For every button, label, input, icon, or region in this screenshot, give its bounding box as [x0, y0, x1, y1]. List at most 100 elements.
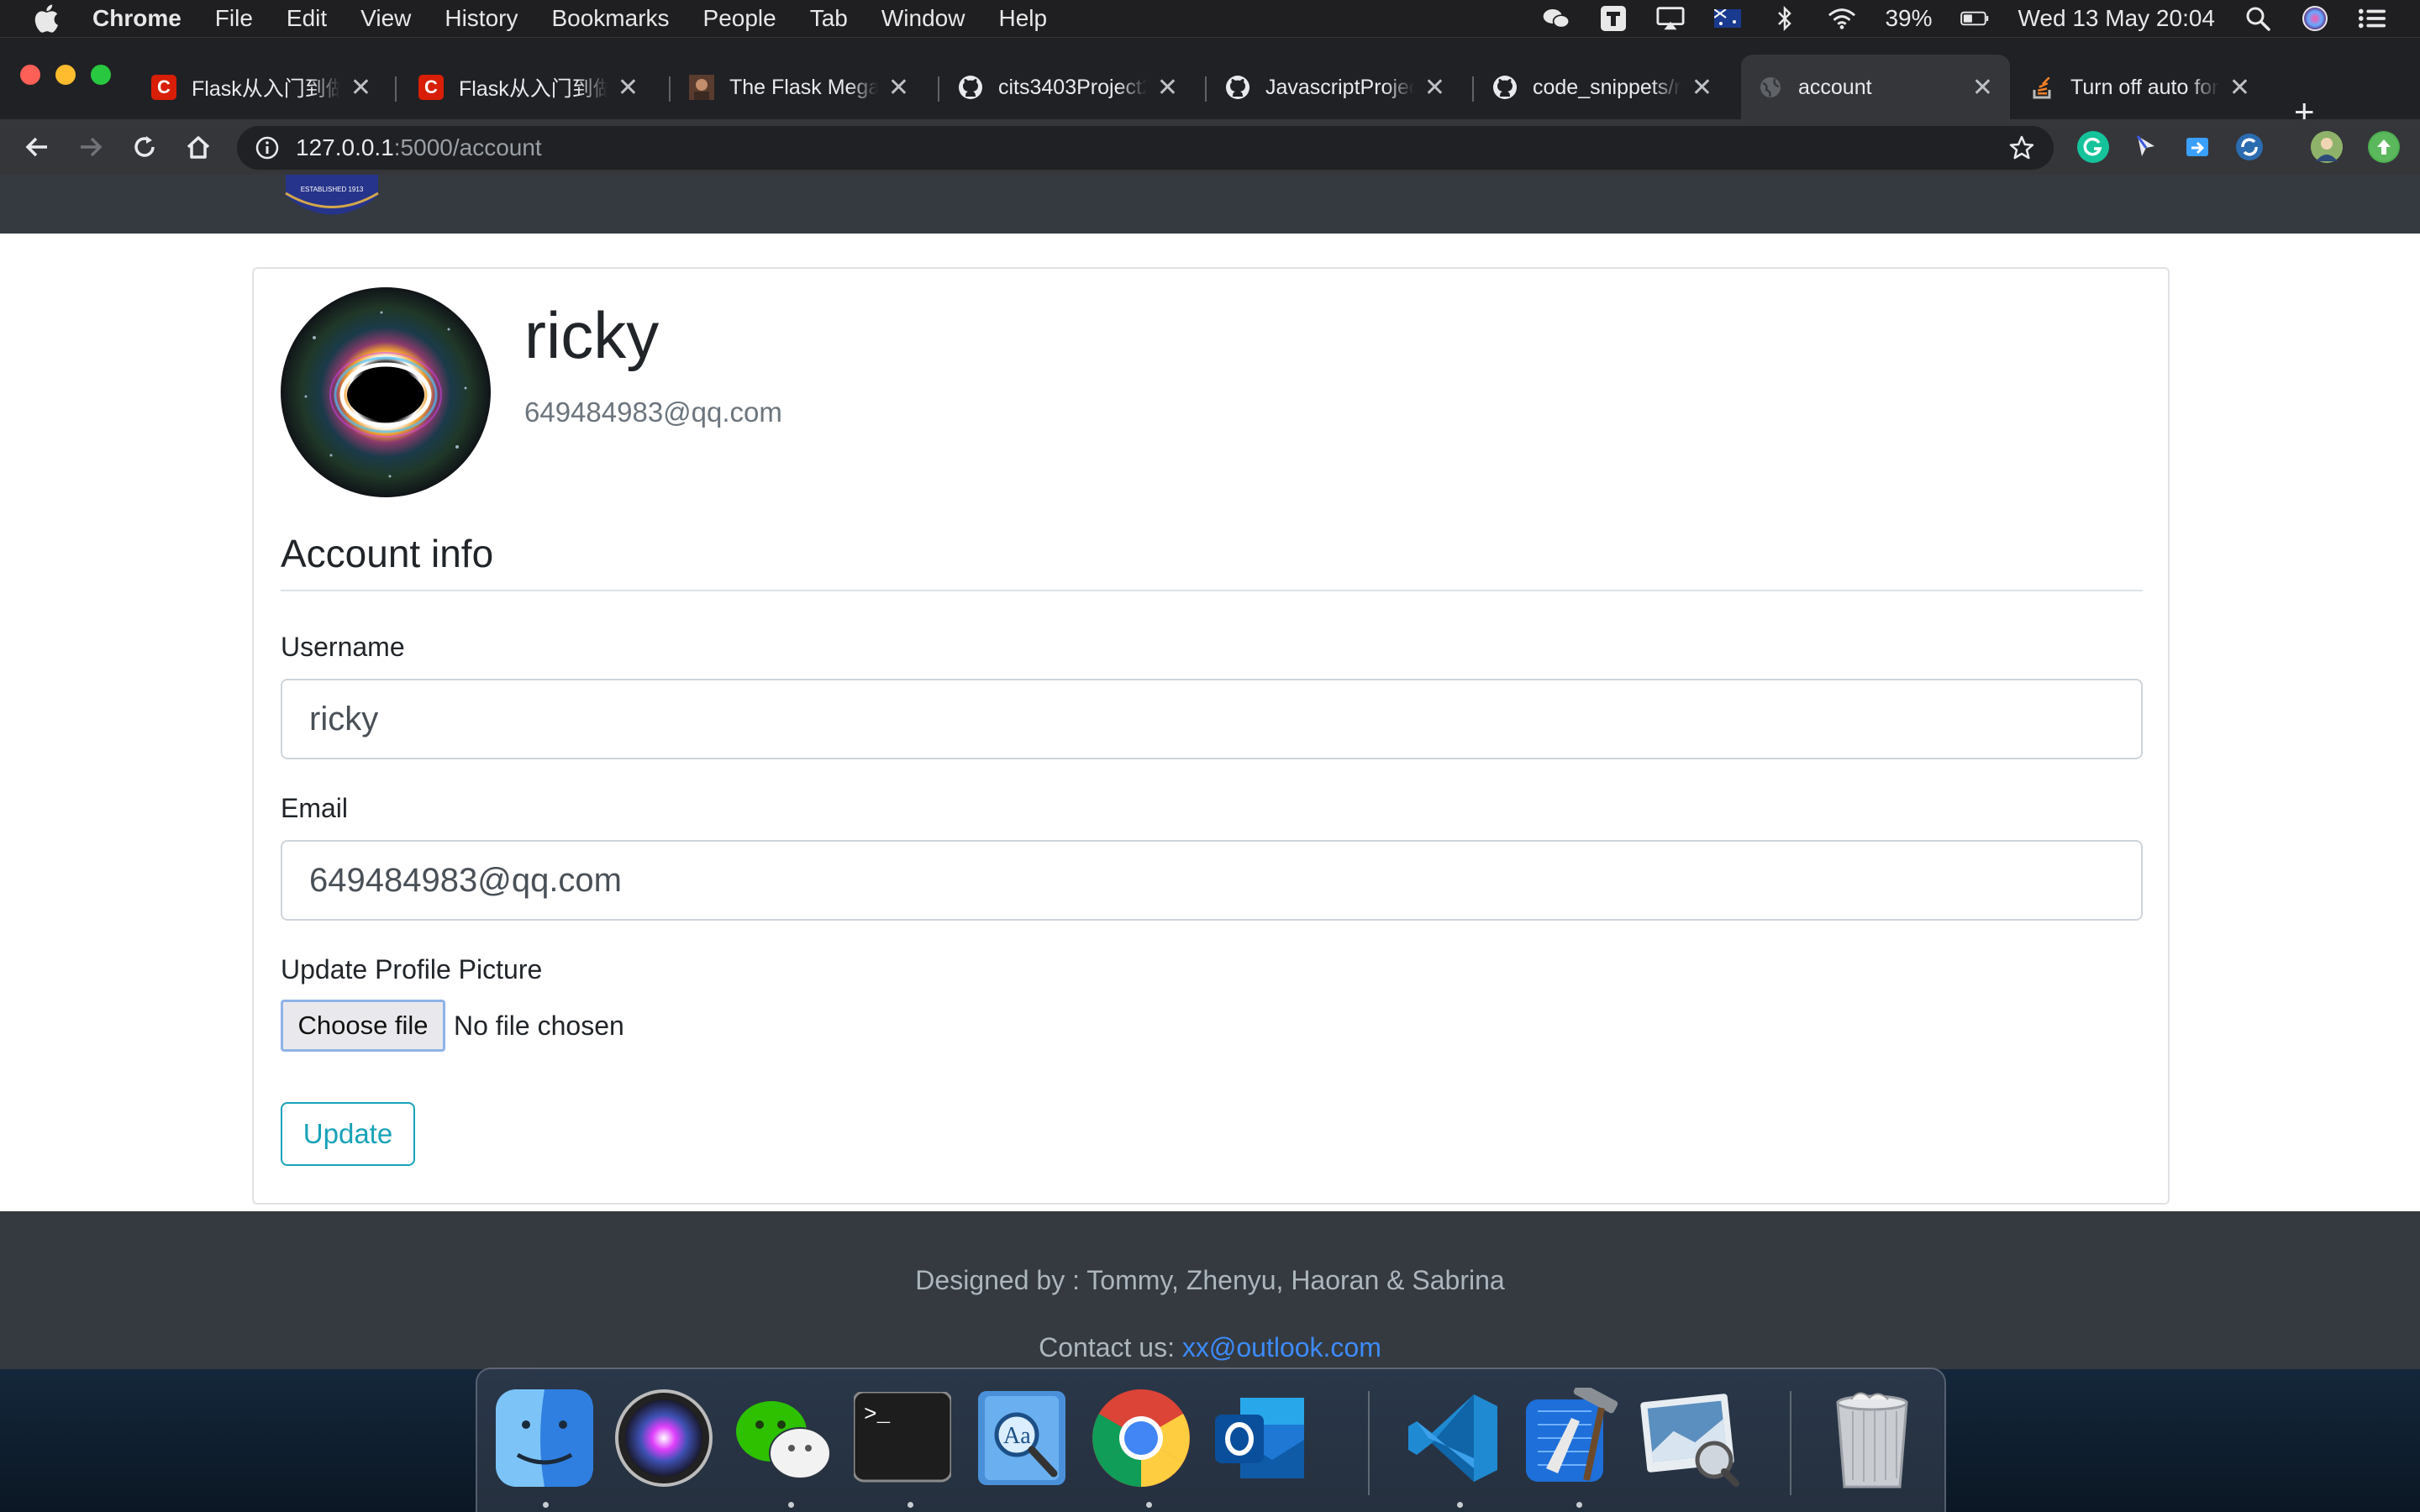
trash-icon[interactable]: [1822, 1388, 1923, 1488]
tab-code-snippets[interactable]: code_snippets/rc ✕: [1476, 55, 1729, 120]
spotlight-search-icon[interactable]: [2244, 7, 2272, 31]
account-card: ricky 649484983@qq.com Account info User…: [252, 267, 2170, 1205]
close-window-button[interactable]: [20, 65, 40, 85]
menu-history[interactable]: History: [445, 5, 518, 32]
file-input: Choose file No file chosen: [281, 1000, 624, 1052]
profile-avatar[interactable]: [2311, 131, 2343, 163]
file-status: No file chosen: [454, 1010, 624, 1041]
tab-separator: [1205, 76, 1207, 102]
tab-title: Flask从入门到做出: [192, 77, 340, 101]
tab-title: Flask从入门到做出: [459, 77, 608, 101]
finder-icon[interactable]: [494, 1388, 595, 1488]
menu-tab[interactable]: Tab: [810, 5, 848, 32]
tab-account[interactable]: account ✕: [1741, 55, 2010, 120]
menu-help[interactable]: Help: [998, 5, 1047, 32]
tab-flask-1[interactable]: C Flask从入门到做出 ✕: [134, 55, 388, 120]
tab-separator: [1472, 76, 1474, 102]
footer-contact: Contact us: xx@outlook.com: [0, 1332, 2420, 1363]
forward-button[interactable]: [69, 119, 113, 175]
choose-file-button[interactable]: Choose file: [281, 1000, 445, 1052]
screenshot-extension-icon[interactable]: [2181, 131, 2213, 163]
form-legend: Account info: [281, 532, 494, 575]
wifi-icon[interactable]: [1828, 7, 1856, 30]
outlook-icon[interactable]: [1210, 1388, 1311, 1488]
avatar-favicon: [689, 75, 714, 100]
dictionary-icon[interactable]: Aa: [971, 1388, 1072, 1488]
terminal-icon[interactable]: >_: [852, 1388, 953, 1488]
preview-icon[interactable]: [1640, 1388, 1741, 1488]
xcode-icon[interactable]: [1521, 1388, 1622, 1488]
picture-label: Update Profile Picture: [281, 954, 543, 984]
tab-title: account: [1798, 75, 1872, 99]
address-bar[interactable]: 127.0.0.1:5000/account: [237, 126, 2054, 170]
status-area: 39% Wed 13 May 20:04: [1542, 0, 2386, 37]
notification-center-icon[interactable]: [2358, 7, 2386, 30]
close-tab-icon[interactable]: ✕: [1157, 73, 1178, 102]
menu-edit[interactable]: Edit: [287, 5, 327, 32]
info-icon[interactable]: [255, 136, 279, 160]
menubar-clock[interactable]: Wed 13 May 20:04: [2018, 5, 2215, 32]
menu-people[interactable]: People: [703, 5, 776, 32]
close-tab-icon[interactable]: ✕: [1972, 73, 1993, 102]
home-button[interactable]: [176, 119, 220, 175]
globe-icon: [1758, 75, 1783, 100]
wechat-status-icon[interactable]: [1542, 7, 1570, 30]
tab-javascriptproject[interactable]: JavascriptProjec ✕: [1208, 55, 1462, 120]
close-tab-icon[interactable]: ✕: [1424, 73, 1445, 102]
dock-separator: [1368, 1391, 1370, 1495]
close-tab-icon[interactable]: ✕: [350, 73, 371, 102]
cursor-extension-icon[interactable]: [2129, 131, 2161, 163]
close-tab-icon[interactable]: ✕: [618, 73, 639, 102]
tab-flask-2[interactable]: C Flask从入门到做出 ✕: [402, 55, 655, 120]
zoom-window-button[interactable]: [91, 65, 111, 85]
update-available-icon[interactable]: [2368, 131, 2400, 163]
vscode-icon[interactable]: [1402, 1388, 1502, 1488]
chrome-icon[interactable]: [1091, 1388, 1192, 1488]
tab-title: Turn off auto for: [2070, 75, 2219, 99]
wechat-icon[interactable]: [733, 1388, 834, 1488]
tab-title: cits3403Project2: [998, 75, 1147, 99]
minimize-window-button[interactable]: [55, 65, 76, 85]
legend-divider: [281, 590, 2143, 591]
bookmark-star-icon[interactable]: [2008, 134, 2035, 161]
tab-strip: C Flask从入门到做出 ✕ C Flask从入门到做出 ✕ The Flas…: [0, 37, 2420, 131]
tab-flask-mega[interactable]: The Flask Mega- ✕: [672, 55, 926, 120]
update-button[interactable]: Update: [281, 1102, 415, 1166]
bluetooth-icon[interactable]: [1770, 5, 1799, 32]
stackoverflow-icon: [2030, 75, 2055, 100]
username-input[interactable]: [281, 679, 2143, 759]
profile-username: ricky: [524, 298, 660, 372]
close-tab-icon[interactable]: ✕: [1691, 73, 1712, 102]
menu-window[interactable]: Window: [881, 5, 965, 32]
svg-text:Aa: Aa: [1003, 1423, 1031, 1449]
tab-turn-off-auto[interactable]: Turn off auto for ✕: [2013, 55, 2267, 120]
reload-button[interactable]: [123, 119, 166, 175]
logo-caption: ESTABLISHED 1913: [301, 186, 364, 193]
arrow-right-icon: [81, 137, 103, 157]
email-label: Email: [281, 793, 349, 823]
site-navbar: ESTABLISHED 1913: [0, 175, 2420, 234]
github-icon: [1225, 75, 1250, 100]
email-input[interactable]: [281, 840, 2143, 921]
apple-icon[interactable]: [0, 4, 92, 33]
siri-status-icon[interactable]: [2301, 6, 2329, 31]
menu-file[interactable]: File: [215, 5, 253, 32]
airplay-icon[interactable]: [1656, 7, 1685, 30]
tab-title: JavascriptProjec: [1265, 75, 1414, 99]
sync-extension-icon[interactable]: [2233, 131, 2265, 163]
app-menu-chrome[interactable]: Chrome: [92, 5, 182, 32]
close-tab-icon[interactable]: ✕: [888, 73, 909, 102]
battery-icon[interactable]: [1960, 7, 1989, 30]
siri-icon[interactable]: [613, 1388, 714, 1488]
battery-percent[interactable]: 39%: [1885, 5, 1932, 32]
contact-email-link[interactable]: xx@outlook.com: [1182, 1332, 1381, 1362]
input-source-flag-icon[interactable]: [1713, 7, 1742, 30]
menu-view[interactable]: View: [360, 5, 411, 32]
close-tab-icon[interactable]: ✕: [2229, 73, 2250, 102]
tab-cits3403[interactable]: cits3403Project2 ✕: [941, 55, 1195, 120]
university-logo[interactable]: ESTABLISHED 1913: [277, 150, 387, 234]
back-button[interactable]: [15, 119, 59, 175]
typora-status-icon[interactable]: [1599, 6, 1628, 31]
menu-bookmarks[interactable]: Bookmarks: [551, 5, 669, 32]
grammarly-icon[interactable]: [2077, 131, 2109, 163]
